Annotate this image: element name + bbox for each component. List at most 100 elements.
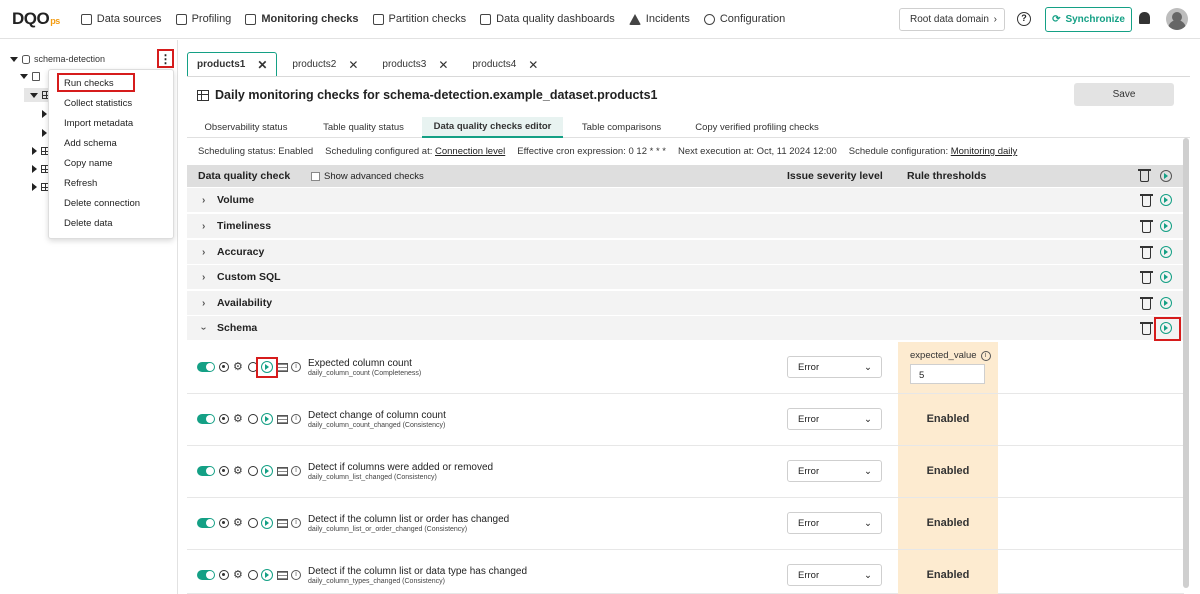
root-domain-select[interactable]: Root data domain › bbox=[899, 8, 1005, 31]
enable-toggle[interactable] bbox=[197, 362, 215, 372]
info-icon[interactable]: i bbox=[291, 362, 301, 372]
severity-select[interactable]: Error ⌄ bbox=[787, 512, 882, 534]
run-icon[interactable] bbox=[1160, 271, 1172, 283]
enable-toggle[interactable] bbox=[197, 414, 215, 424]
tab-products4[interactable]: products4 ✕ bbox=[463, 52, 547, 77]
delete-icon[interactable] bbox=[1140, 271, 1153, 284]
tab-observability-status[interactable]: Observability status bbox=[187, 117, 305, 138]
nav-configuration[interactable]: Configuration bbox=[697, 0, 792, 39]
tab-copy-verified-profiling[interactable]: Copy verified profiling checks bbox=[680, 117, 834, 138]
target-icon[interactable] bbox=[219, 362, 229, 372]
run-icon[interactable] bbox=[1160, 194, 1172, 206]
nav-monitoring-checks[interactable]: Monitoring checks bbox=[238, 0, 365, 39]
close-icon[interactable]: ✕ bbox=[348, 58, 358, 72]
close-icon[interactable]: ✕ bbox=[528, 58, 538, 72]
show-advanced-checks[interactable]: Show advanced checks bbox=[311, 171, 424, 182]
save-button[interactable]: Save bbox=[1074, 83, 1174, 106]
expand-icon[interactable] bbox=[32, 165, 37, 173]
close-icon[interactable]: ✕ bbox=[438, 58, 448, 72]
results-icon[interactable] bbox=[277, 467, 288, 476]
run-icon[interactable] bbox=[1160, 220, 1172, 232]
enable-toggle[interactable] bbox=[197, 570, 215, 580]
tab-products1[interactable]: products1 ✕ bbox=[187, 52, 278, 77]
nav-data-sources[interactable]: Data sources bbox=[74, 0, 169, 39]
run-icon[interactable] bbox=[1160, 246, 1172, 258]
info-icon[interactable]: i bbox=[291, 570, 301, 580]
severity-select[interactable]: Error ⌄ bbox=[787, 356, 882, 378]
nav-profiling[interactable]: Profiling bbox=[169, 0, 239, 39]
run-icon[interactable] bbox=[261, 413, 273, 425]
gear-icon[interactable]: ⚙ bbox=[233, 518, 243, 529]
info-icon[interactable]: i bbox=[291, 414, 301, 424]
gear-icon[interactable]: ⚙ bbox=[233, 570, 243, 581]
menu-delete-connection[interactable]: Delete connection bbox=[64, 198, 140, 209]
expand-icon[interactable] bbox=[20, 74, 28, 79]
bell-icon[interactable] bbox=[1139, 12, 1150, 24]
target-icon[interactable] bbox=[219, 570, 229, 580]
menu-import-metadata[interactable]: Import metadata bbox=[64, 118, 133, 129]
expand-icon[interactable] bbox=[32, 147, 37, 155]
run-icon[interactable] bbox=[1160, 297, 1172, 309]
gear-icon[interactable]: ⚙ bbox=[233, 466, 243, 477]
menu-delete-data[interactable]: Delete data bbox=[64, 218, 113, 229]
severity-select[interactable]: Error ⌄ bbox=[787, 564, 882, 586]
group-custom-sql[interactable]: › Custom SQL bbox=[187, 265, 1184, 290]
clock-icon[interactable] bbox=[248, 570, 258, 580]
expand-icon[interactable] bbox=[30, 92, 38, 98]
group-volume[interactable]: › Volume bbox=[187, 188, 1184, 213]
info-icon[interactable]: i bbox=[980, 350, 991, 361]
clock-icon[interactable] bbox=[248, 414, 258, 424]
run-icon[interactable] bbox=[261, 517, 273, 529]
run-icon[interactable] bbox=[261, 569, 273, 581]
tree-node[interactable] bbox=[42, 129, 47, 137]
connection-menu-button[interactable]: ⋮ bbox=[157, 49, 174, 68]
menu-copy-name[interactable]: Copy name bbox=[64, 158, 113, 169]
group-timeliness[interactable]: › Timeliness bbox=[187, 214, 1184, 239]
tree-connection[interactable]: schema-detection bbox=[10, 54, 105, 64]
connection-level-link[interactable]: Connection level bbox=[435, 146, 505, 157]
menu-add-schema[interactable]: Add schema bbox=[64, 138, 117, 149]
expand-icon[interactable] bbox=[10, 56, 18, 62]
logo[interactable]: DQO ps bbox=[12, 9, 60, 29]
menu-collect-statistics[interactable]: Collect statistics bbox=[64, 98, 132, 109]
scrollbar[interactable] bbox=[1183, 138, 1189, 588]
severity-select[interactable]: Error ⌄ bbox=[787, 408, 882, 430]
results-icon[interactable] bbox=[277, 415, 288, 424]
results-icon[interactable] bbox=[277, 571, 288, 580]
expand-icon[interactable] bbox=[42, 110, 47, 118]
delete-icon[interactable] bbox=[1140, 297, 1153, 310]
menu-run-checks[interactable]: Run checks bbox=[64, 78, 114, 89]
tree-node[interactable] bbox=[42, 110, 47, 118]
group-availability[interactable]: › Availability bbox=[187, 291, 1184, 316]
gear-icon[interactable]: ⚙ bbox=[233, 414, 243, 425]
info-icon[interactable]: i bbox=[291, 466, 301, 476]
enable-toggle[interactable] bbox=[197, 466, 215, 476]
enable-toggle[interactable] bbox=[197, 518, 215, 528]
run-icon[interactable] bbox=[1160, 170, 1172, 182]
group-schema[interactable]: › Schema bbox=[187, 316, 1184, 341]
expand-icon[interactable] bbox=[42, 129, 47, 137]
avatar[interactable] bbox=[1166, 8, 1188, 30]
nav-dashboards[interactable]: Data quality dashboards bbox=[473, 0, 622, 39]
delete-icon[interactable] bbox=[1140, 220, 1153, 233]
synchronize-button[interactable]: ⟳ Synchronize bbox=[1045, 7, 1132, 32]
nav-partition-checks[interactable]: Partition checks bbox=[366, 0, 474, 39]
delete-icon[interactable] bbox=[1140, 194, 1153, 207]
gear-icon[interactable]: ⚙ bbox=[233, 362, 243, 373]
results-icon[interactable] bbox=[277, 363, 288, 372]
tab-products2[interactable]: products2 ✕ bbox=[283, 52, 367, 77]
target-icon[interactable] bbox=[219, 518, 229, 528]
severity-select[interactable]: Error ⌄ bbox=[787, 460, 882, 482]
close-icon[interactable]: ✕ bbox=[257, 58, 267, 72]
clock-icon[interactable] bbox=[248, 466, 258, 476]
results-icon[interactable] bbox=[277, 519, 288, 528]
monitoring-daily-link[interactable]: Monitoring daily bbox=[951, 146, 1018, 157]
tab-data-quality-checks-editor[interactable]: Data quality checks editor bbox=[422, 117, 563, 138]
target-icon[interactable] bbox=[219, 466, 229, 476]
expected-value-input[interactable]: 5 bbox=[910, 364, 985, 384]
tab-table-quality-status[interactable]: Table quality status bbox=[305, 117, 422, 138]
delete-icon[interactable] bbox=[1138, 169, 1151, 182]
tab-products3[interactable]: products3 ✕ bbox=[373, 52, 457, 77]
group-accuracy[interactable]: › Accuracy bbox=[187, 240, 1184, 265]
run-icon[interactable] bbox=[261, 465, 273, 477]
